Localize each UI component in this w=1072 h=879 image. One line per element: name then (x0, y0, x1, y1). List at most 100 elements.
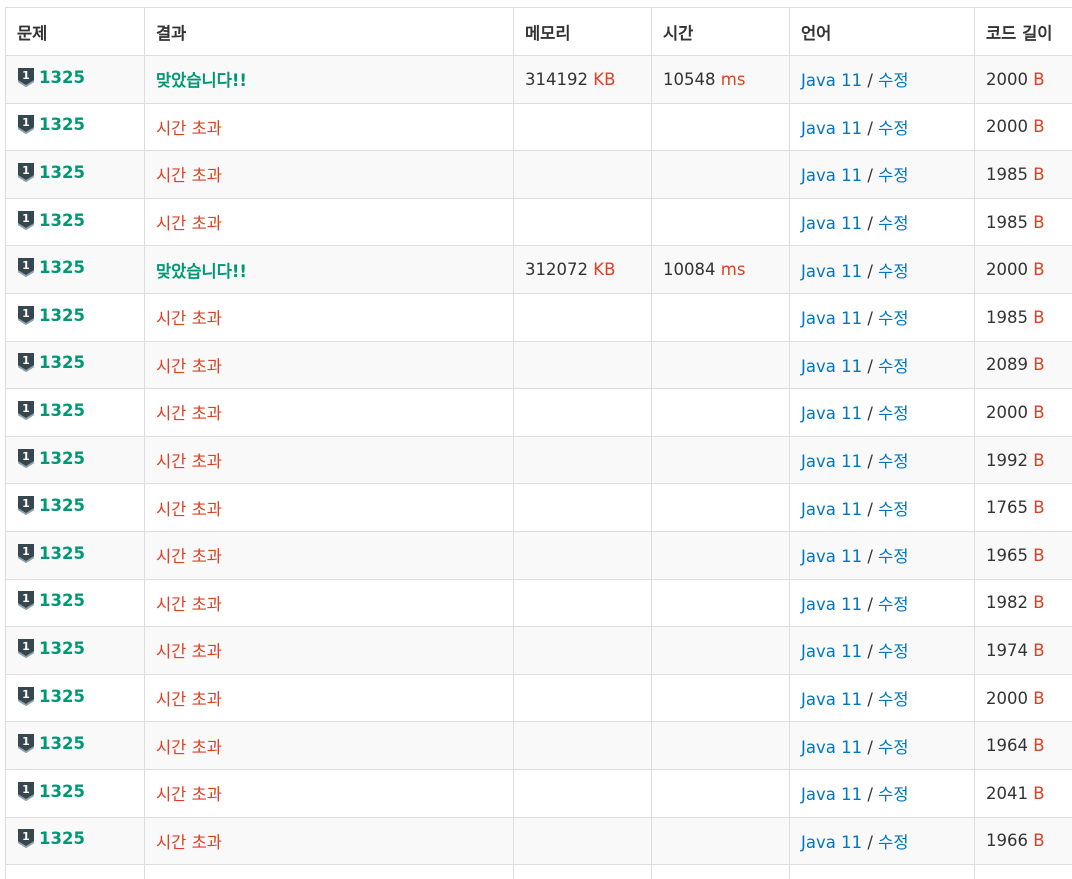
memory-cell (513, 197, 652, 247)
code-length-value: 2000 (986, 688, 1028, 708)
result-cell: 시간 초과 (144, 197, 514, 247)
code-length-value: 2041 (986, 783, 1028, 803)
language-link[interactable]: Java 11 (801, 547, 862, 566)
header-language: 언어 (789, 7, 975, 56)
edit-link[interactable]: 수정 (878, 309, 908, 328)
language-link[interactable]: Java 11 (801, 452, 862, 471)
edit-link[interactable]: 수정 (878, 547, 908, 566)
language-separator: / (862, 594, 879, 614)
problem-link[interactable]: 1 1325 (17, 352, 85, 373)
bronze-tier-1-icon: 1 (18, 67, 34, 87)
bronze-tier-1-icon: 1 (18, 162, 34, 182)
problem-link[interactable]: 1 1325 (17, 495, 85, 516)
memory-cell: 314192 KB (513, 55, 652, 104)
edit-link[interactable]: 수정 (878, 642, 908, 661)
problem-link[interactable]: 1 1325 (17, 67, 85, 88)
memory-cell (513, 673, 652, 723)
language-link[interactable]: Java 11 (801, 833, 862, 852)
time-cell (651, 626, 790, 675)
edit-link[interactable]: 수정 (878, 595, 908, 614)
problem-cell: 1 1325 (5, 816, 145, 866)
problem-id: 1325 (39, 448, 85, 468)
language-separator: / (862, 166, 879, 186)
language-link[interactable]: Java 11 (801, 642, 862, 661)
code-length-cell: 1985 B (974, 292, 1072, 342)
problem-link[interactable]: 1 1325 (17, 210, 85, 231)
code-length-value: 2000 (986, 402, 1028, 422)
language-link[interactable]: Java 11 (801, 119, 862, 138)
code-length-value: 2089 (986, 355, 1028, 375)
table-row (5, 864, 1072, 879)
code-length-unit: B (1033, 640, 1045, 660)
language-separator: / (862, 452, 879, 472)
language-link[interactable]: Java 11 (801, 214, 862, 233)
edit-link[interactable]: 수정 (878, 71, 908, 90)
edit-link[interactable]: 수정 (878, 452, 908, 471)
problem-link[interactable]: 1 1325 (17, 257, 85, 278)
edit-link[interactable]: 수정 (878, 404, 908, 423)
time-cell (651, 768, 790, 818)
problem-link[interactable]: 1 1325 (17, 686, 85, 707)
problem-link[interactable]: 1 1325 (17, 114, 85, 135)
edit-link[interactable]: 수정 (878, 500, 908, 519)
problem-link[interactable]: 1 1325 (17, 781, 85, 802)
language-link[interactable]: Java 11 (801, 785, 862, 804)
problem-link[interactable]: 1 1325 (17, 448, 85, 469)
code-length-unit: B (1033, 831, 1045, 851)
status-page: 문제 결과 메모리 시간 언어 코드 길이 1 1325 맞았습니다!! 314192… (0, 0, 1072, 879)
memory-cell (513, 150, 652, 199)
problem-link[interactable]: 1 1325 (17, 162, 85, 183)
language-link[interactable]: Java 11 (801, 357, 862, 376)
table-row: 1 1325 시간 초과 Java 11 / 수정 2000 B (5, 673, 1072, 723)
table-row: 1 1325 시간 초과 Java 11 / 수정 1974 B (5, 626, 1072, 675)
language-link[interactable]: Java 11 (801, 690, 862, 709)
code-length-cell: 2000 B (974, 55, 1072, 104)
edit-link[interactable]: 수정 (878, 785, 908, 804)
memory-cell: 312072 KB (513, 245, 652, 294)
result-text: 시간 초과 (156, 356, 222, 376)
time-cell (651, 197, 790, 247)
language-link[interactable]: Java 11 (801, 738, 862, 757)
header-memory: 메모리 (513, 7, 652, 56)
memory-cell (513, 626, 652, 675)
edit-link[interactable]: 수정 (878, 357, 908, 376)
problem-id: 1325 (39, 734, 85, 754)
code-length-value: 1992 (986, 450, 1028, 470)
language-link[interactable]: Java 11 (801, 166, 862, 185)
language-link[interactable]: Java 11 (801, 262, 862, 281)
language-link[interactable]: Java 11 (801, 71, 862, 90)
code-length-unit: B (1033, 593, 1045, 613)
problem-link[interactable]: 1 1325 (17, 590, 85, 611)
tier-level-label: 1 (22, 402, 30, 415)
result-text: 시간 초과 (156, 547, 222, 567)
edit-link[interactable]: 수정 (878, 262, 908, 281)
problem-link[interactable]: 1 1325 (17, 305, 85, 326)
code-length-unit: B (1033, 688, 1045, 708)
edit-link[interactable]: 수정 (878, 166, 908, 185)
problem-link[interactable]: 1 1325 (17, 638, 85, 659)
problem-link[interactable]: 1 1325 (17, 828, 85, 849)
problem-cell: 1 1325 (5, 245, 145, 294)
language-link[interactable]: Java 11 (801, 595, 862, 614)
edit-link[interactable]: 수정 (878, 738, 908, 757)
memory-unit: KB (593, 69, 616, 89)
edit-link[interactable]: 수정 (878, 119, 908, 138)
result-text: 시간 초과 (156, 690, 222, 710)
language-link[interactable]: Java 11 (801, 500, 862, 519)
language-link[interactable]: Java 11 (801, 309, 862, 328)
time-unit: ms (720, 260, 746, 280)
edit-link[interactable]: 수정 (878, 833, 908, 852)
time-cell (651, 578, 790, 628)
edit-link[interactable]: 수정 (878, 214, 908, 233)
problem-link[interactable]: 1 1325 (17, 733, 85, 754)
result-cell: 맞았습니다!! (144, 245, 514, 294)
result-text: 시간 초과 (156, 452, 222, 472)
language-link[interactable]: Java 11 (801, 404, 862, 423)
problem-link[interactable]: 1 1325 (17, 543, 85, 564)
result-text: 시간 초과 (156, 404, 222, 424)
problem-id: 1325 (39, 67, 85, 87)
edit-link[interactable]: 수정 (878, 690, 908, 709)
problem-link[interactable]: 1 1325 (17, 400, 85, 421)
language-cell: Java 11 / 수정 (789, 816, 975, 866)
problem-cell: 1 1325 (5, 55, 145, 104)
